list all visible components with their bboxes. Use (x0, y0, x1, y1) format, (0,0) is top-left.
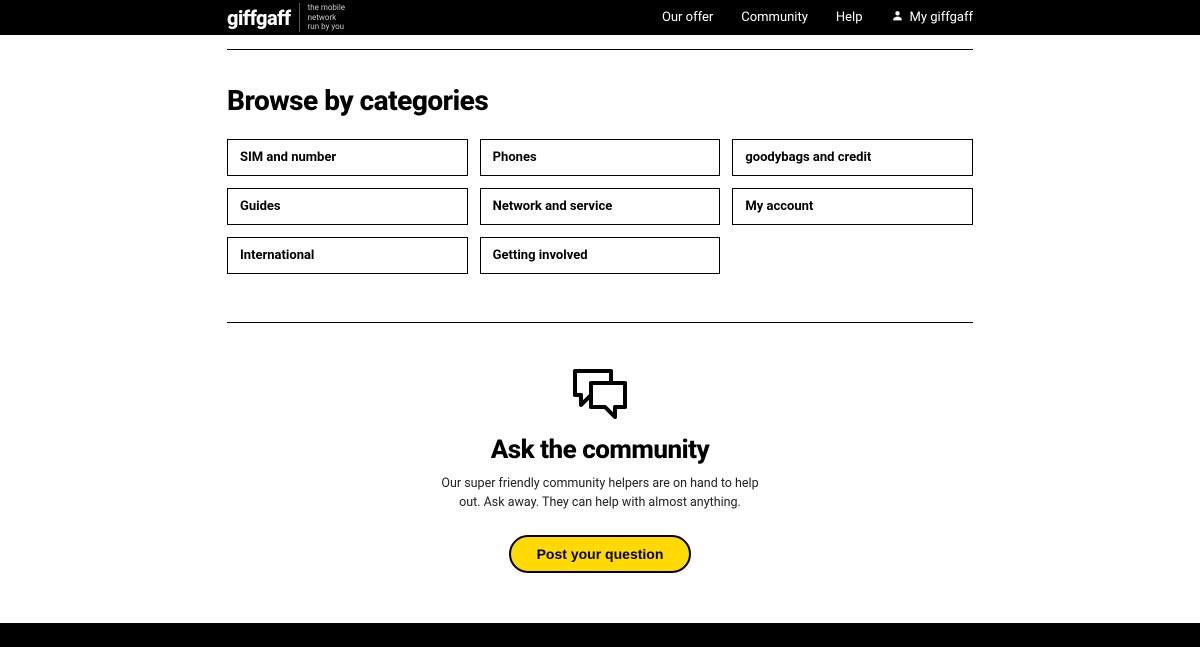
categories-heading: Browse by categories (227, 84, 973, 117)
primary-nav: Our offer Community Help My giffgaff (662, 9, 973, 26)
divider-top (227, 49, 973, 50)
category-goodybags-and-credit[interactable]: goodybags and credit (732, 139, 973, 176)
nav-account-label: My giffgaff (910, 10, 973, 25)
tagline: the mobile network run by you (299, 3, 345, 32)
nav-my-account[interactable]: My giffgaff (891, 9, 973, 26)
category-grid: SIM and number Phones goodybags and cred… (227, 139, 973, 274)
nav-help[interactable]: Help (836, 10, 863, 25)
nav-community[interactable]: Community (741, 10, 808, 25)
category-getting-involved[interactable]: Getting involved (480, 237, 721, 274)
tagline-line: run by you (308, 22, 345, 32)
brand-block[interactable]: giffgaff the mobile network run by you (227, 3, 345, 32)
ask-community-section: Ask the community Our super friendly com… (227, 323, 973, 603)
chat-bubbles-icon (227, 365, 973, 427)
community-description: Our super friendly community helpers are… (440, 475, 760, 513)
community-heading: Ask the community (227, 435, 973, 465)
category-international[interactable]: International (227, 237, 468, 274)
category-guides[interactable]: Guides (227, 188, 468, 225)
category-sim-and-number[interactable]: SIM and number (227, 139, 468, 176)
main-content: Browse by categories SIM and number Phon… (227, 49, 973, 603)
category-phones[interactable]: Phones (480, 139, 721, 176)
top-nav-bar: giffgaff the mobile network run by you O… (0, 0, 1200, 35)
category-network-and-service[interactable]: Network and service (480, 188, 721, 225)
category-my-account[interactable]: My account (732, 188, 973, 225)
footer-bar (0, 623, 1200, 647)
logo-text: giffgaff (227, 6, 291, 30)
post-question-button[interactable]: Post your question (509, 535, 692, 573)
user-icon (891, 9, 904, 26)
tagline-line: the mobile (308, 3, 345, 13)
tagline-line: network (308, 13, 345, 23)
nav-our-offer[interactable]: Our offer (662, 10, 713, 25)
